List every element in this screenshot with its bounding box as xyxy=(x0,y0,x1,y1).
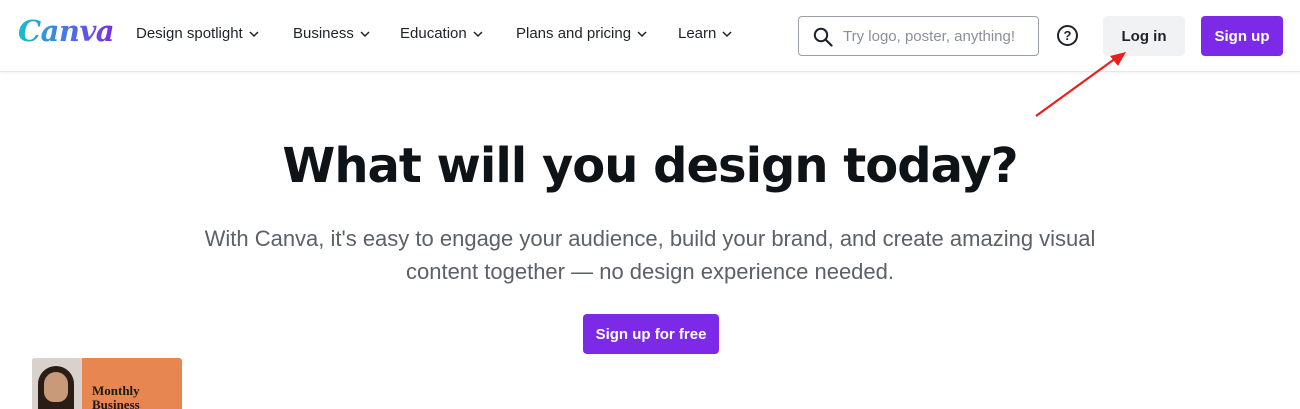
chevron-down-icon xyxy=(249,29,259,39)
nav-plans-and-pricing[interactable]: Plans and pricing xyxy=(516,25,647,42)
chevron-down-icon xyxy=(473,29,483,39)
search-box[interactable] xyxy=(798,16,1039,56)
search-input[interactable] xyxy=(843,25,1029,47)
chevron-down-icon xyxy=(360,29,370,39)
nav-label: Design spotlight xyxy=(136,25,243,42)
template-preview-card[interactable]: Monthly Business xyxy=(32,358,182,409)
search-icon[interactable] xyxy=(813,27,833,47)
nav-label: Business xyxy=(293,25,354,42)
hero-title: What will you design today? xyxy=(282,138,1018,194)
nav-design-spotlight[interactable]: Design spotlight xyxy=(136,25,259,42)
template-card-title: Monthly Business xyxy=(92,383,140,409)
hero-subtitle: With Canva, it's easy to engage your aud… xyxy=(204,226,1096,284)
nav-label: Plans and pricing xyxy=(516,25,632,42)
nav-label: Learn xyxy=(678,25,717,42)
help-icon[interactable]: ? xyxy=(1057,25,1078,46)
chevron-down-icon xyxy=(722,29,732,39)
canva-logo[interactable]: Canva xyxy=(18,14,115,48)
nav-label: Education xyxy=(400,25,467,42)
annotation-arrow xyxy=(1035,52,1126,117)
nav-business[interactable]: Business xyxy=(293,25,370,42)
chevron-down-icon xyxy=(637,29,647,39)
nav-education[interactable]: Education xyxy=(400,25,483,42)
nav-learn[interactable]: Learn xyxy=(678,25,732,42)
signup-free-button[interactable]: Sign up for free xyxy=(583,314,719,354)
signup-button[interactable]: Sign up xyxy=(1201,16,1283,56)
portrait-image xyxy=(32,358,82,409)
